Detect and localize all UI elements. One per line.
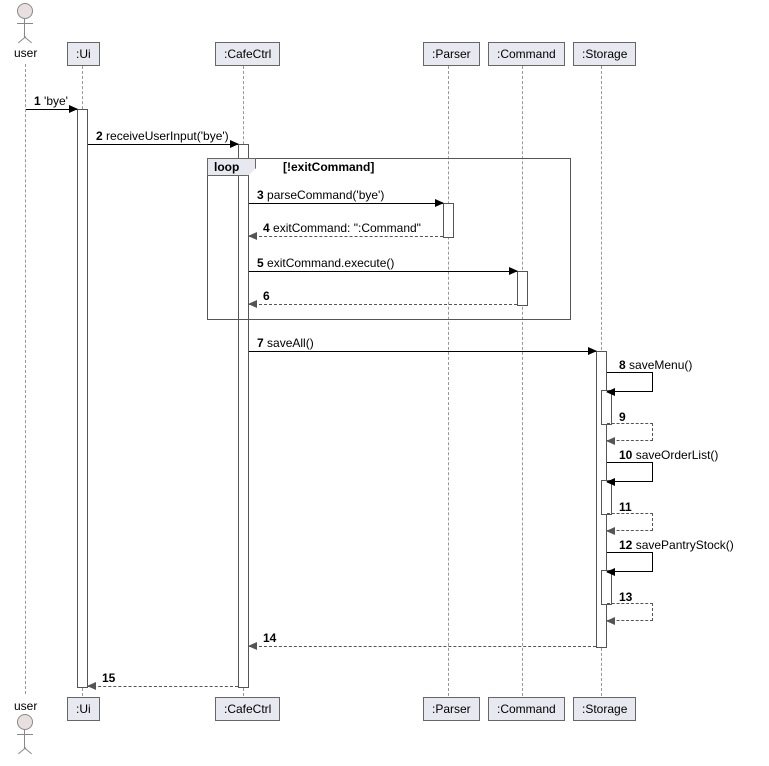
msg-15-label: 15 <box>102 671 115 685</box>
participant-parser-top: :Parser <box>423 42 480 66</box>
msg-5-label: 5 exitCommand.execute() <box>257 256 394 270</box>
loop-frame: loop [!exitCommand] <box>207 158 571 320</box>
participant-command-top: :Command <box>488 42 565 66</box>
msg-8-line <box>607 372 653 392</box>
msg-6-line <box>249 304 517 305</box>
actor-user-bottom-label: user <box>14 699 37 713</box>
participant-storage-bottom: :Storage <box>573 697 636 721</box>
msg-14-line <box>249 646 596 647</box>
msg-12-line <box>607 552 653 572</box>
msg-8-label: 8 saveMenu() <box>619 358 692 372</box>
msg-13-line <box>607 603 653 621</box>
actor-user-top-label: user <box>14 46 37 60</box>
msg-5-line <box>249 271 517 272</box>
loop-tag: loop <box>207 158 256 176</box>
msg-15-line <box>88 686 238 687</box>
activation-ui <box>77 109 88 688</box>
msg-3-label: 3 parseCommand('bye') <box>257 188 384 202</box>
participant-parser-bottom: :Parser <box>423 697 480 721</box>
msg-12-label: 12 savePantryStock() <box>619 538 734 552</box>
msg-9-line <box>607 423 653 441</box>
msg-11-label: 11 <box>619 500 632 514</box>
msg-4-line <box>249 236 443 237</box>
msg-10-label: 10 saveOrderList() <box>619 448 718 462</box>
msg-3-line <box>249 203 443 204</box>
lifeline-user <box>25 64 26 694</box>
participant-ui-bottom: :Ui <box>67 697 100 721</box>
msg-2-line <box>88 144 238 145</box>
msg-10-line <box>607 462 653 482</box>
participant-ui-top: :Ui <box>67 42 100 66</box>
msg-2-label: 2 receiveUserInput('bye') <box>96 129 229 143</box>
loop-guard: [!exitCommand] <box>283 160 374 174</box>
msg-7-line <box>249 351 596 352</box>
msg-7-label: 7 saveAll() <box>257 336 314 350</box>
actor-user-top <box>17 3 33 37</box>
participant-cafectrl-bottom: :CafeCtrl <box>215 697 280 721</box>
msg-1-label: 1 'bye' <box>34 94 68 108</box>
msg-6-label: 6 <box>263 289 270 303</box>
msg-13-label: 13 <box>619 590 632 604</box>
msg-4-label: 4 exitCommand: ":Command" <box>263 221 421 235</box>
participant-cafectrl-top: :CafeCtrl <box>215 42 280 66</box>
msg-11-line <box>607 513 653 531</box>
participant-command-bottom: :Command <box>488 697 565 721</box>
msg-1-line <box>26 109 77 110</box>
msg-14-label: 14 <box>263 631 276 645</box>
participant-storage-top: :Storage <box>573 42 636 66</box>
msg-9-label: 9 <box>619 410 626 424</box>
actor-user-bottom <box>17 714 33 748</box>
